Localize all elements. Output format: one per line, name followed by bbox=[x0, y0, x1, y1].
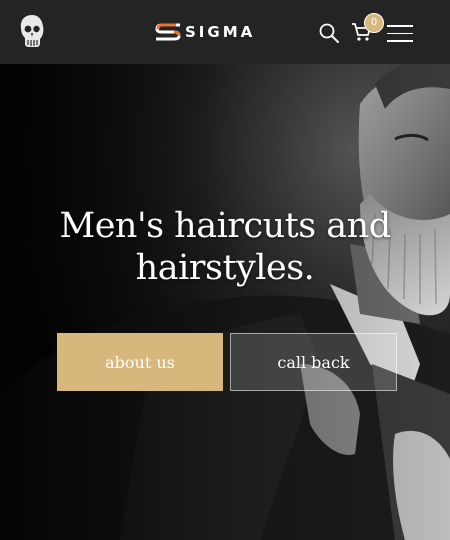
skull-logo-icon[interactable] bbox=[18, 14, 46, 48]
page: SIGMA 0 Men's haircuts and hairstyles. a… bbox=[0, 0, 450, 540]
menu-line bbox=[387, 25, 413, 27]
hero-section: Men's haircuts and hairstyles. about us … bbox=[0, 64, 450, 540]
hero-background-photo bbox=[0, 64, 450, 540]
menu-icon[interactable] bbox=[387, 25, 413, 43]
brand-mark-icon bbox=[155, 23, 181, 41]
search-icon[interactable] bbox=[318, 22, 340, 44]
site-header: SIGMA 0 bbox=[0, 0, 450, 64]
hero-title: Men's haircuts and hairstyles. bbox=[59, 206, 391, 288]
about-us-button[interactable]: about us bbox=[57, 333, 223, 391]
brand-logo[interactable]: SIGMA bbox=[154, 21, 255, 43]
cart-count-badge: 0 bbox=[364, 13, 384, 33]
menu-line bbox=[387, 32, 413, 34]
call-back-button[interactable]: call back bbox=[230, 333, 397, 391]
brand-name: SIGMA bbox=[185, 23, 256, 41]
menu-line bbox=[387, 40, 413, 42]
